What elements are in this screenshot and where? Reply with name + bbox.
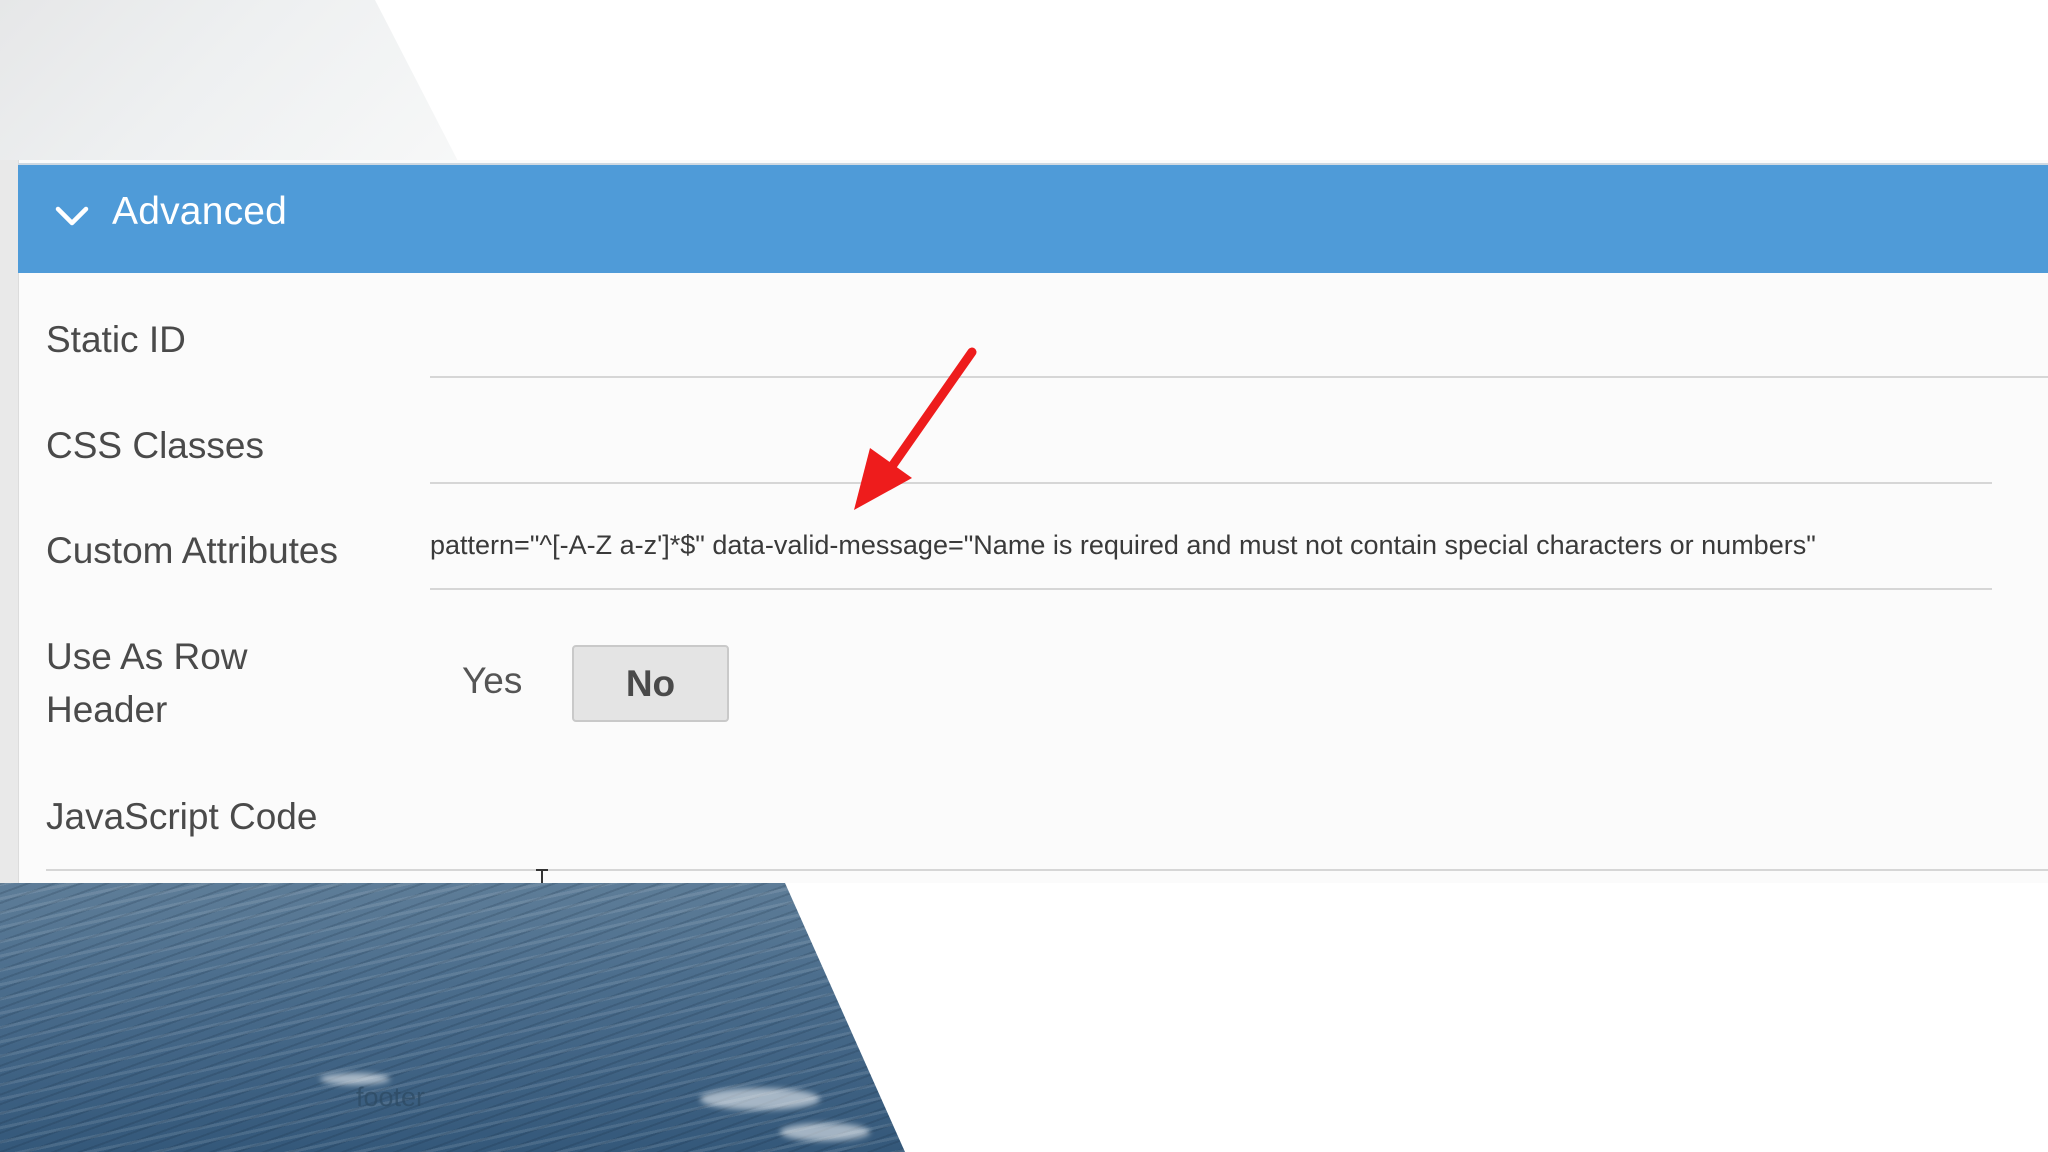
row-header-no-option[interactable]: No [572,645,729,722]
use-as-row-header-label-line1: Use As Row [46,636,248,677]
chevron-down-icon[interactable] [54,198,90,234]
ocean-background-image [0,883,905,1152]
static-id-label: Static ID [46,319,186,360]
javascript-code-label: JavaScript Code [46,796,318,837]
custom-attributes-input[interactable] [430,588,1992,590]
custom-attributes-value[interactable]: pattern="^[-A-Z a-z']*$" data-valid-mess… [430,530,1816,561]
row-header-yes-option[interactable]: Yes [462,660,522,702]
css-classes-label: CSS Classes [46,425,264,466]
css-classes-input[interactable] [430,482,1992,484]
footer-text: footer [356,1082,426,1112]
static-id-input[interactable] [430,376,2048,378]
use-as-row-header-label-line2: Header [46,689,168,730]
advanced-section-header[interactable] [18,163,2048,273]
section-title[interactable]: Advanced [112,190,287,234]
red-arrow-annotation [854,347,977,510]
background-slab [0,0,460,165]
custom-attributes-label: Custom Attributes [46,530,339,571]
javascript-code-editor[interactable] [46,869,2048,871]
panel-left-border [0,160,19,883]
screenshot-stage: Advanced Static ID CSS Classes Custom At… [0,0,2048,1152]
